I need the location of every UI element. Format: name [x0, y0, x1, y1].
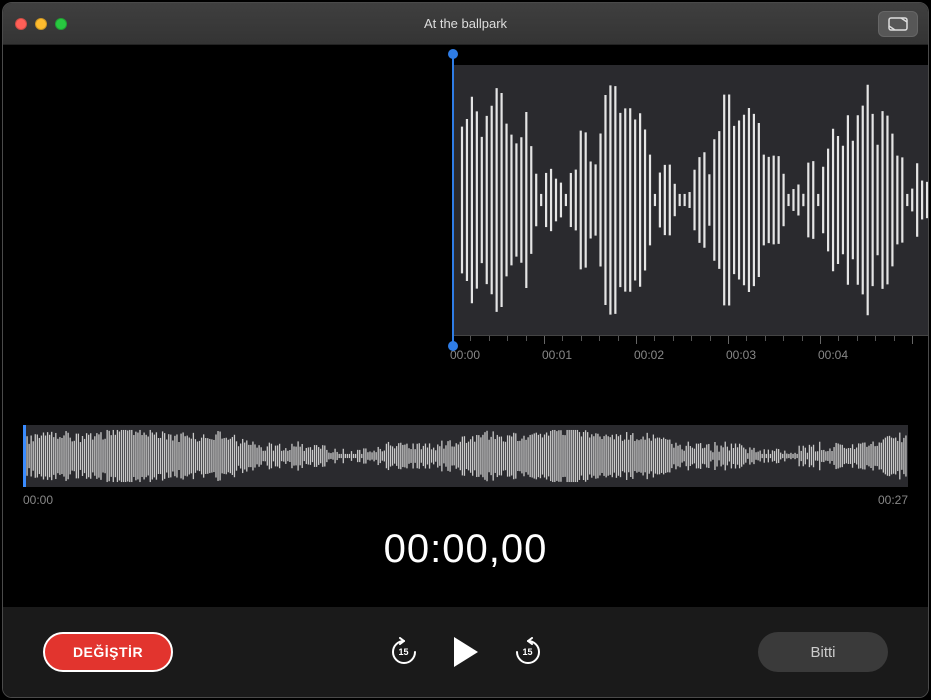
- transport-controls: 15 15: [388, 634, 544, 670]
- window-title: At the ballpark: [3, 16, 928, 31]
- replace-button-label: DEĞİŞTİR: [73, 644, 143, 660]
- trim-icon: [887, 16, 909, 32]
- skip-back-seconds: 15: [398, 647, 408, 657]
- skip-back-15-button[interactable]: 15: [388, 636, 420, 668]
- zoom-window-button[interactable]: [55, 18, 67, 30]
- overview-time-labels: 00:00 00:27: [23, 493, 908, 507]
- done-button-label: Bitti: [810, 644, 835, 661]
- minimize-window-button[interactable]: [35, 18, 47, 30]
- play-icon: [451, 635, 481, 669]
- titlebar: At the ballpark: [3, 3, 928, 45]
- detail-waveform-area: 00:0000:0100:0200:0300:04: [3, 45, 928, 375]
- voice-memo-editor-window: At the ballpark 00:0000:0100:0200:0300:0…: [2, 2, 929, 698]
- playhead[interactable]: [452, 55, 454, 345]
- detail-waveform[interactable]: [452, 65, 928, 335]
- skip-forward-seconds: 15: [522, 647, 532, 657]
- current-time-display: 00:00,00: [3, 527, 928, 572]
- detail-waveform-container[interactable]: [3, 65, 928, 335]
- close-window-button[interactable]: [15, 18, 27, 30]
- overview-end-time: 00:27: [878, 493, 908, 507]
- trim-button[interactable]: [878, 11, 918, 37]
- done-button[interactable]: Bitti: [758, 632, 888, 672]
- play-button[interactable]: [448, 634, 484, 670]
- timeline-ruler[interactable]: 00:0000:0100:0200:0300:04: [452, 335, 928, 375]
- overview-playhead[interactable]: [23, 425, 26, 487]
- window-controls: [15, 18, 67, 30]
- playback-controls-bar: DEĞİŞTİR 15 15: [3, 607, 928, 697]
- overview-start-time: 00:00: [23, 493, 53, 507]
- replace-button[interactable]: DEĞİŞTİR: [43, 632, 173, 672]
- skip-forward-15-button[interactable]: 15: [512, 636, 544, 668]
- overview-waveform[interactable]: [23, 425, 908, 487]
